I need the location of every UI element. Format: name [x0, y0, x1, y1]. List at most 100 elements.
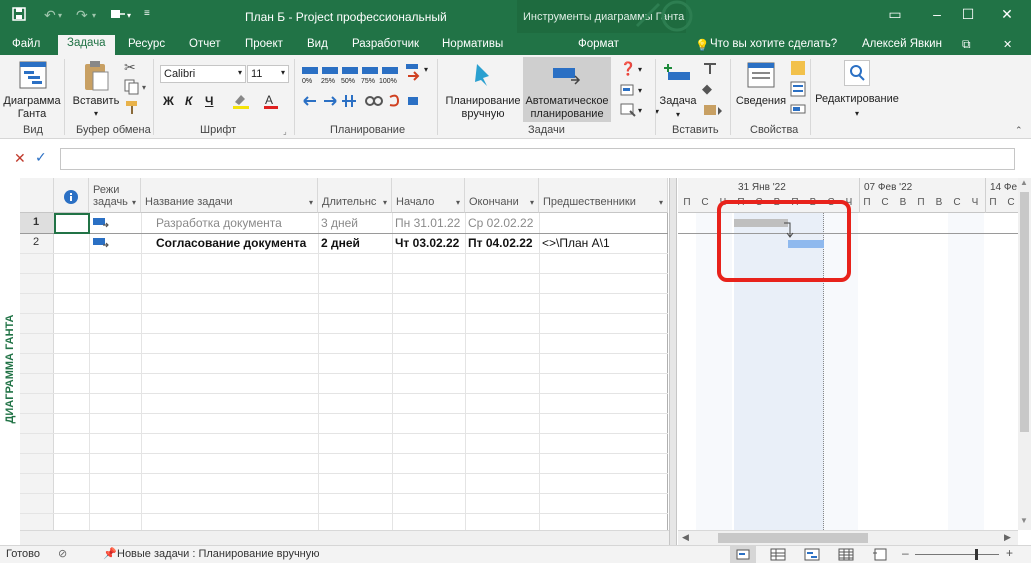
tab-standards[interactable]: Нормативы [442, 36, 503, 55]
manual-schedule-button[interactable]: Планирование вручную [443, 58, 521, 122]
paste-button[interactable]: Вставить ▾ [70, 58, 122, 122]
finish-column-header[interactable]: Окончани ▾ [465, 178, 539, 213]
italic-button[interactable]: К [185, 94, 192, 108]
pct-0-button[interactable]: 0% [302, 78, 312, 85]
task-mode-column-header[interactable]: Режи задачь ▾ [89, 178, 141, 213]
milestone-icon[interactable]: ◆ [702, 81, 712, 97]
move-icon[interactable] [620, 83, 636, 100]
view-gantt-shortcut[interactable] [730, 546, 756, 563]
close-ribbon-icon[interactable]: ✕ [1003, 36, 1012, 55]
indicators-column-header[interactable] [54, 178, 89, 213]
scroll-up-icon[interactable]: ▲ [1020, 178, 1028, 187]
report-view-icon[interactable] [872, 547, 888, 565]
cut-icon[interactable]: ✂ [124, 59, 136, 76]
underline-button[interactable]: Ч [205, 94, 213, 108]
tab-project[interactable]: Проект [245, 36, 283, 55]
task-predecessors[interactable]: <>\План А\1 [542, 236, 610, 250]
minimize-button[interactable]: – [922, 6, 952, 26]
start-column-header[interactable]: Начало ▾ [392, 178, 465, 213]
deliverable-icon[interactable] [702, 101, 724, 120]
task-usage-view-icon[interactable] [770, 547, 786, 565]
split-bar[interactable] [667, 213, 668, 545]
tab-format[interactable]: Формат [578, 36, 619, 55]
inspect-icon[interactable]: ❓ [620, 61, 636, 77]
close-button[interactable]: ✕ [992, 6, 1022, 26]
details-icon[interactable] [790, 81, 806, 100]
entry-input[interactable] [60, 148, 1015, 170]
format-painter-icon[interactable] [124, 100, 140, 119]
redo-icon[interactable]: ↷ [76, 7, 88, 24]
tab-report[interactable]: Отчет [189, 36, 221, 55]
cancel-entry-icon[interactable]: ✕ [14, 150, 26, 167]
pct-25-button[interactable]: 25% [321, 78, 335, 85]
tab-file[interactable]: Файл [12, 36, 40, 55]
add-to-timeline-icon[interactable] [790, 101, 806, 120]
task-finish[interactable]: Пт 04.02.22 [468, 236, 533, 250]
tab-resource[interactable]: Ресурс [128, 36, 165, 55]
mode-icon[interactable] [620, 102, 636, 121]
editing-button[interactable]: Редактирование ▾ [814, 58, 900, 122]
view-divider[interactable] [669, 178, 677, 545]
sheet-horizontal-scrollbar[interactable] [20, 530, 669, 545]
information-button[interactable]: Сведения [734, 58, 788, 122]
tab-view[interactable]: Вид [307, 36, 328, 55]
task-duration[interactable]: 2 дней [321, 236, 360, 250]
save-icon[interactable] [12, 7, 26, 24]
tell-me-search[interactable]: Что вы хотите сделать? [710, 36, 837, 55]
bold-button[interactable]: Ж [163, 94, 174, 108]
collapse-ribbon-icon[interactable]: ⌃ [1015, 125, 1023, 136]
macro-record-icon[interactable]: ⊘ [58, 547, 67, 560]
scroll-down-icon[interactable]: ▼ [1020, 516, 1028, 525]
task-finish[interactable]: Ср 02.02.22 [468, 216, 533, 230]
ribbon-options-icon[interactable]: ▭ [880, 6, 910, 26]
task-start[interactable]: Пн 31.01.22 [395, 216, 460, 230]
customize-quick-access-icon[interactable]: ≡ [144, 8, 150, 19]
auto-schedule-button[interactable]: Автоматическое планирование [523, 57, 611, 122]
vertical-scrollbar[interactable]: ▲ ▼ [1018, 178, 1031, 530]
duration-column-header[interactable]: Длительнс ▾ [318, 178, 392, 213]
undo-icon[interactable]: ↶ [44, 7, 56, 24]
predecessors-column-header[interactable]: Предшественники ▾ [539, 178, 668, 213]
summary-icon[interactable] [702, 60, 718, 79]
redo-dropdown-icon[interactable]: ▾ [92, 11, 96, 20]
mark-on-track-icon[interactable] [404, 62, 424, 84]
copy-icon[interactable] [124, 79, 140, 98]
undo-dropdown-icon[interactable]: ▾ [58, 11, 62, 20]
user-name[interactable]: Алексей Явкин [862, 36, 942, 55]
tab-task[interactable]: Задача [58, 35, 115, 56]
font-size-select[interactable]: 11 ▾ [247, 65, 289, 83]
zoom-out-button[interactable]: – [902, 546, 909, 560]
horizontal-scrollbar[interactable]: ◀ ▶ [678, 530, 1018, 545]
pct-75-button[interactable]: 75% [361, 78, 375, 85]
task-name[interactable]: Разработка документа [156, 216, 282, 230]
notes-icon[interactable] [790, 60, 806, 79]
scroll-left-icon[interactable]: ◀ [682, 532, 689, 543]
team-planner-view-icon[interactable] [804, 547, 820, 565]
tab-developer[interactable]: Разработчик [352, 36, 419, 55]
scroll-right-icon[interactable]: ▶ [1004, 532, 1011, 543]
scrollbar-thumb[interactable] [1020, 192, 1029, 432]
dialog-launcher-icon[interactable]: ⌟ [283, 127, 287, 136]
pct-50-button[interactable]: 50% [341, 78, 355, 85]
scrollbar-thumb[interactable] [718, 533, 868, 543]
task-insert-icon[interactable] [110, 7, 126, 24]
task-start[interactable]: Чт 03.02.22 [395, 236, 459, 250]
copy-dropdown-icon[interactable]: ▾ [142, 83, 146, 92]
task-name[interactable]: Согласование документа [156, 236, 306, 250]
restore-icon[interactable]: ⧉ [962, 35, 971, 54]
highlight-color-icon[interactable] [231, 92, 253, 113]
new-tasks-mode[interactable]: Новые задачи : Планирование вручную [117, 548, 320, 560]
confirm-entry-icon[interactable]: ✓ [35, 149, 47, 166]
quick-access-dropdown-icon[interactable]: ▾ [127, 11, 131, 20]
resource-sheet-view-icon[interactable] [838, 547, 854, 565]
zoom-slider-thumb[interactable] [975, 549, 978, 560]
maximize-button[interactable]: ☐ [953, 6, 983, 26]
task-name-column-header[interactable]: Название задачи ▾ [141, 178, 318, 213]
zoom-slider[interactable] [915, 554, 999, 555]
task-duration[interactable]: 3 дней [321, 216, 358, 230]
pct-100-button[interactable]: 100% [379, 78, 397, 85]
font-color-icon[interactable]: A [262, 92, 284, 113]
font-name-select[interactable]: Calibri ▾ [160, 65, 246, 83]
selected-cell[interactable] [54, 213, 90, 234]
gantt-chart-button[interactable]: Диаграмма Ганта [3, 58, 61, 122]
